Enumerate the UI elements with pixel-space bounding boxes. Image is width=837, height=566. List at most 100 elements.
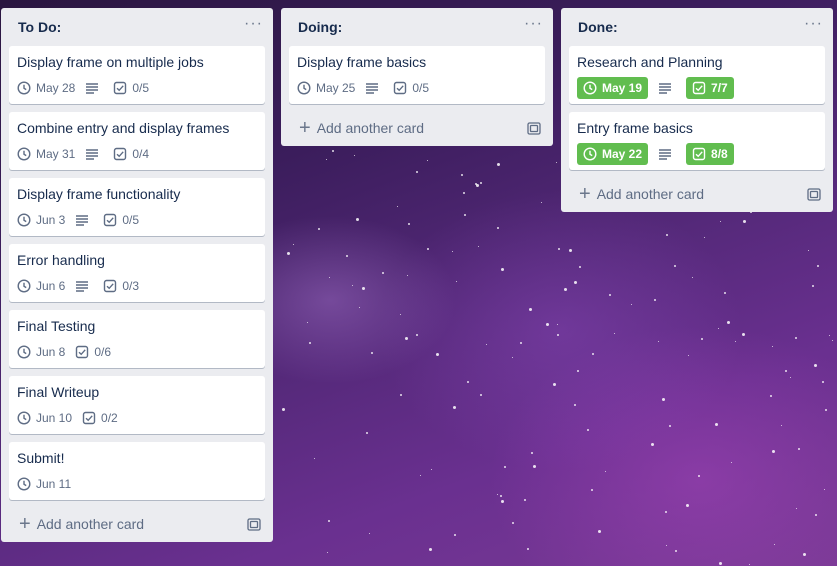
- more-icon[interactable]: ···: [244, 16, 263, 35]
- card[interactable]: Combine entry and display frames May 31 0/…: [9, 112, 265, 170]
- card[interactable]: Entry frame basics May 22 8/8: [569, 112, 825, 170]
- due-date-badge[interactable]: May 19: [577, 77, 649, 99]
- star: [772, 345, 774, 347]
- star: [399, 313, 401, 315]
- description-icon: [365, 82, 379, 94]
- star: [415, 171, 418, 174]
- description-icon: [85, 148, 99, 160]
- due-date-text: May 22: [602, 147, 643, 161]
- star: [529, 308, 533, 312]
- card-template-icon[interactable]: [247, 517, 261, 531]
- star: [557, 247, 560, 250]
- star: [287, 252, 291, 256]
- star: [464, 213, 467, 216]
- star: [511, 357, 513, 359]
- card-title: Final Testing: [17, 318, 96, 334]
- star: [573, 403, 576, 406]
- card-badges: May 31 0/4: [17, 142, 257, 166]
- card-badges: Jun 3 0/5: [17, 208, 257, 232]
- star: [329, 276, 331, 278]
- star: [326, 551, 328, 553]
- checklist-count: 0/4: [132, 147, 150, 161]
- star: [771, 450, 775, 454]
- checklist-count: 0/5: [132, 81, 150, 95]
- card-title: Error handling: [17, 252, 105, 268]
- list-title[interactable]: Done:: [578, 19, 618, 35]
- star: [306, 321, 308, 323]
- star: [480, 182, 483, 185]
- star: [325, 158, 327, 160]
- card[interactable]: Research and Planning May 19 7/7: [569, 46, 825, 104]
- description-icon: [658, 148, 672, 160]
- due-date-badge[interactable]: Jun 3: [17, 209, 65, 231]
- card[interactable]: Submit! Jun 11: [9, 442, 265, 500]
- list-title[interactable]: To Do:: [18, 19, 61, 35]
- card[interactable]: Error handling Jun 6 0/3: [9, 244, 265, 302]
- star: [480, 393, 483, 396]
- star: [427, 248, 430, 251]
- due-date-text: May 31: [36, 147, 76, 161]
- star: [666, 233, 669, 236]
- list-title[interactable]: Doing:: [298, 19, 342, 35]
- checklist-icon: [692, 147, 711, 161]
- due-date-badge[interactable]: Jun 8: [17, 341, 65, 363]
- due-date-badge[interactable]: May 22: [577, 143, 649, 165]
- plus-icon: +: [579, 183, 591, 205]
- card[interactable]: Final Testing Jun 8 0/6: [9, 310, 265, 368]
- more-icon[interactable]: ···: [524, 16, 543, 35]
- star: [466, 381, 469, 384]
- star: [718, 562, 722, 566]
- star: [692, 277, 694, 279]
- card-title: Submit!: [17, 450, 65, 466]
- clock-icon: [17, 279, 36, 293]
- star: [430, 468, 432, 470]
- star: [501, 268, 505, 272]
- card-badges: May 22 8/8: [577, 142, 817, 166]
- add-card-button[interactable]: + Add another card: [579, 183, 704, 205]
- clock-icon: [17, 345, 36, 359]
- checklist-icon: [103, 279, 122, 293]
- checklist-count: 0/2: [101, 411, 118, 425]
- card[interactable]: Display frame functionality Jun 3 0/5: [9, 178, 265, 236]
- star: [452, 406, 456, 410]
- star: [579, 266, 581, 269]
- star: [500, 499, 504, 503]
- clock-icon: [583, 81, 602, 95]
- star: [358, 307, 360, 309]
- card-template-icon[interactable]: [807, 187, 821, 201]
- due-date-badge[interactable]: May 25: [297, 77, 355, 99]
- card[interactable]: Final Writeup Jun 10 0/2: [9, 376, 265, 434]
- checklist-icon: [692, 81, 711, 95]
- star: [352, 285, 354, 287]
- checklist-badge: 0/5: [113, 77, 149, 99]
- star: [399, 393, 402, 396]
- clock-icon: [17, 81, 36, 95]
- star: [608, 293, 611, 296]
- card[interactable]: Display frame on multiple jobs May 28 0/5: [9, 46, 265, 104]
- description-icon: [75, 280, 89, 292]
- star: [356, 218, 360, 222]
- checklist-badge: 0/3: [103, 275, 139, 297]
- add-card-button[interactable]: + Add another card: [299, 118, 424, 138]
- star: [717, 328, 719, 330]
- star: [368, 532, 370, 534]
- star: [742, 333, 746, 337]
- add-card-button[interactable]: + Add another card: [19, 514, 144, 534]
- due-date-badge[interactable]: May 31: [17, 143, 75, 165]
- star: [576, 369, 579, 372]
- due-date-badge[interactable]: Jun 6: [17, 275, 65, 297]
- due-date-badge[interactable]: May 28: [17, 77, 75, 99]
- more-icon[interactable]: ···: [804, 16, 823, 35]
- due-date-badge[interactable]: Jun 10: [17, 407, 72, 429]
- card-template-icon[interactable]: [527, 121, 541, 135]
- clock-icon: [583, 147, 602, 161]
- checklist-icon: [103, 213, 122, 227]
- star: [789, 376, 791, 378]
- card[interactable]: Display frame basics May 25 0/5: [289, 46, 545, 104]
- clock-icon: [17, 411, 36, 425]
- star: [780, 425, 782, 427]
- star: [794, 337, 797, 340]
- due-date-badge[interactable]: Jun 11: [17, 473, 71, 495]
- star: [650, 443, 654, 447]
- star: [674, 264, 677, 267]
